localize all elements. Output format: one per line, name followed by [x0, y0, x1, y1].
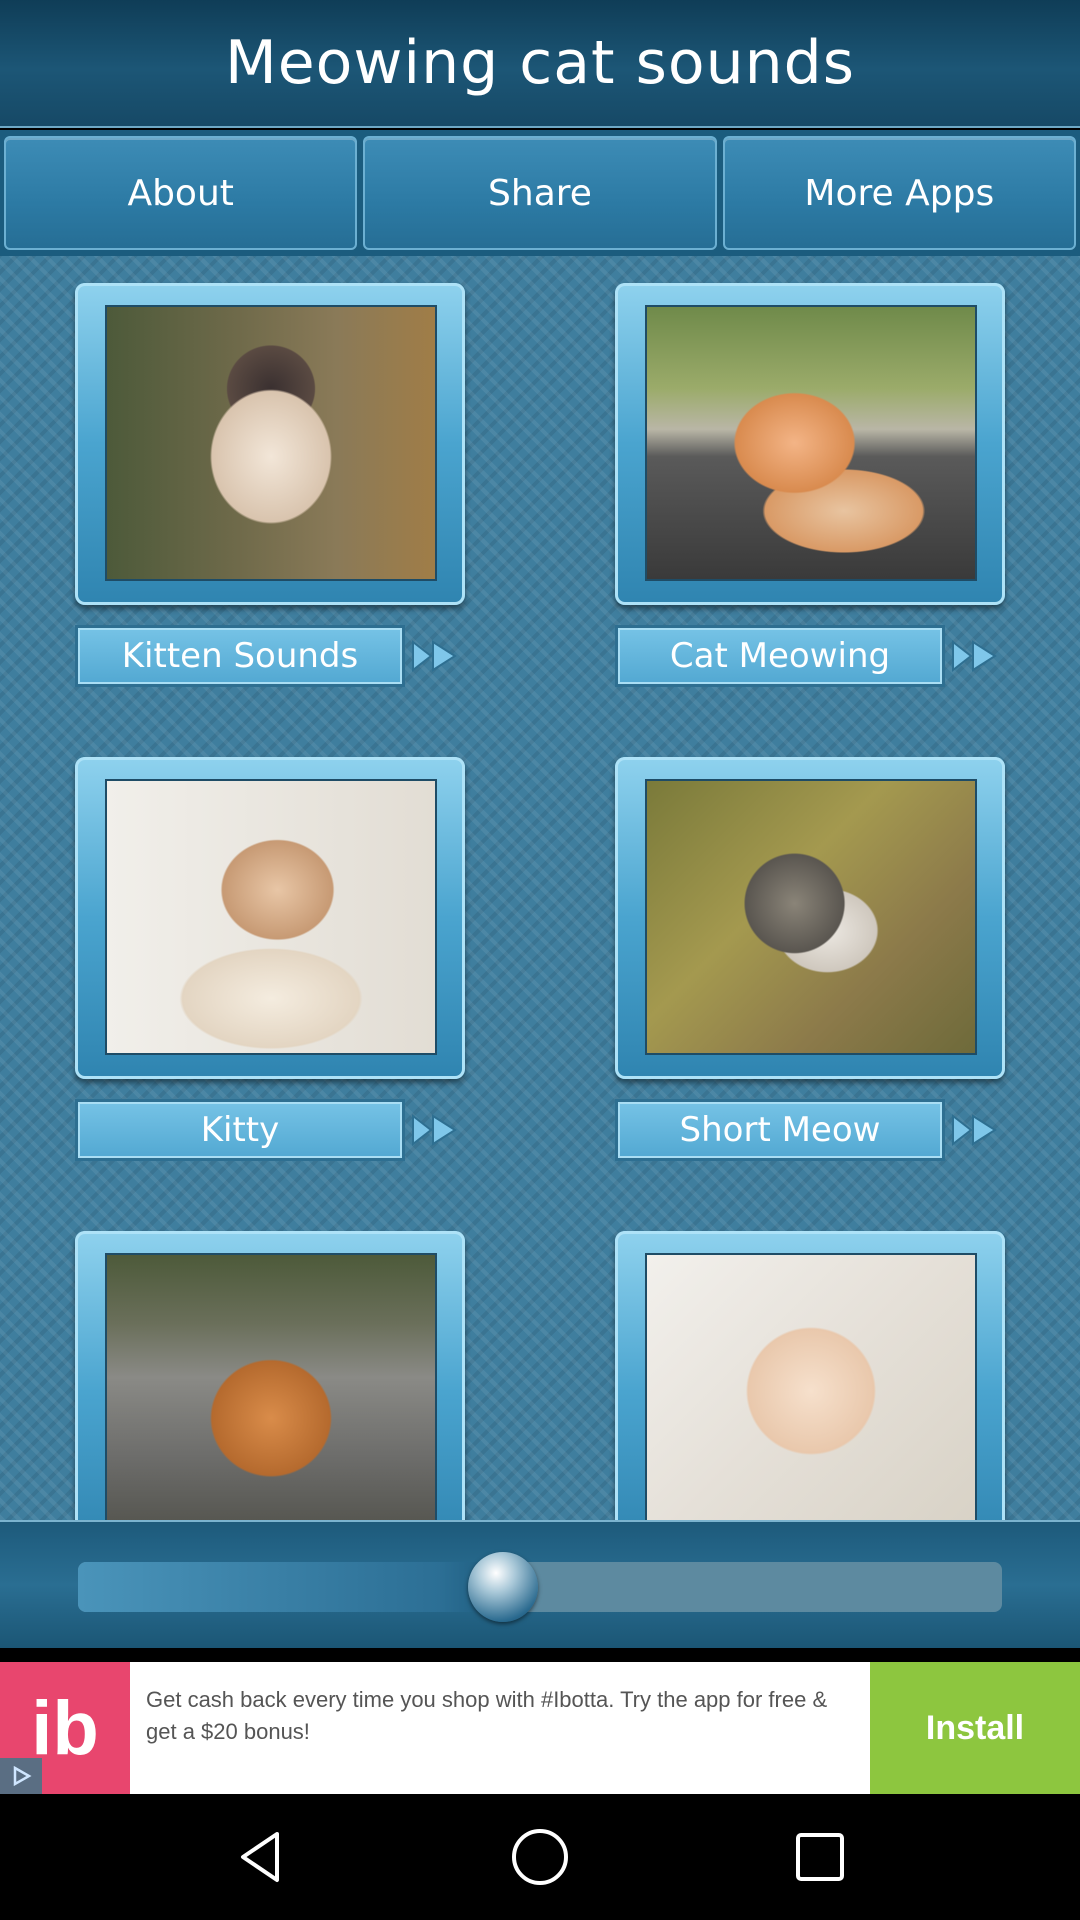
orange-kitten-image — [645, 305, 977, 581]
white-kitten-image — [645, 1253, 977, 1520]
navigation-bar — [0, 1794, 1080, 1920]
ibotta-logo: ib — [0, 1662, 130, 1794]
cat-meowing-button[interactable]: Cat Meowing — [615, 625, 945, 687]
about-button[interactable]: About — [4, 136, 358, 250]
slider-thumb[interactable] — [468, 1552, 539, 1622]
back-icon[interactable] — [230, 1827, 290, 1887]
sound-card-kitten-sounds: Kitten Sounds — [75, 283, 465, 687]
sound-image-frame[interactable] — [615, 1231, 1005, 1520]
arrow-right-icon[interactable] — [949, 1110, 1001, 1150]
install-button[interactable]: Install — [870, 1662, 1080, 1794]
share-button[interactable]: Share — [363, 136, 717, 250]
cream-cat-image — [105, 779, 437, 1055]
app-title: Meowing cat sounds — [224, 28, 856, 98]
recents-icon[interactable] — [790, 1827, 850, 1887]
play-icon[interactable] — [0, 1758, 42, 1794]
title-bar: Meowing cat sounds — [0, 0, 1080, 128]
sound-grid: Kitten Sounds Cat Meowing Kitty Short Me… — [0, 256, 1080, 1520]
more-apps-button[interactable]: More Apps — [722, 136, 1076, 250]
progress-slider[interactable] — [78, 1552, 1002, 1622]
sound-card-white-kitten — [615, 1231, 1005, 1520]
kitten-sounds-button[interactable]: Kitten Sounds — [75, 625, 405, 687]
sound-card-cat-meowing: Cat Meowing — [615, 283, 1005, 687]
ginger-cat-image — [105, 1253, 437, 1520]
tabby-cat-image — [645, 779, 977, 1055]
siamese-cat-image — [105, 305, 437, 581]
sound-image-frame[interactable] — [75, 757, 465, 1079]
ad-banner[interactable]: ib Get cash back every time you shop wit… — [0, 1662, 1080, 1794]
menu-bar: About Share More Apps — [0, 130, 1080, 256]
kitty-button[interactable]: Kitty — [75, 1099, 405, 1161]
player-bar — [0, 1520, 1080, 1648]
ad-text: Get cash back every time you shop with #… — [146, 1687, 828, 1744]
sound-image-frame[interactable] — [615, 283, 1005, 605]
sound-image-frame[interactable] — [75, 1231, 465, 1520]
sound-image-frame[interactable] — [615, 757, 1005, 1079]
sound-image-frame[interactable] — [75, 283, 465, 605]
sound-card-kitty: Kitty — [75, 757, 465, 1161]
arrow-right-icon[interactable] — [409, 636, 461, 676]
short-meow-button[interactable]: Short Meow — [615, 1099, 945, 1161]
sound-card-short-meow: Short Meow — [615, 757, 1005, 1161]
progress-fill — [78, 1562, 504, 1612]
arrow-right-icon[interactable] — [409, 1110, 461, 1150]
sound-card-ginger-cat — [75, 1231, 465, 1520]
home-icon[interactable] — [510, 1827, 570, 1887]
arrow-right-icon[interactable] — [949, 636, 1001, 676]
